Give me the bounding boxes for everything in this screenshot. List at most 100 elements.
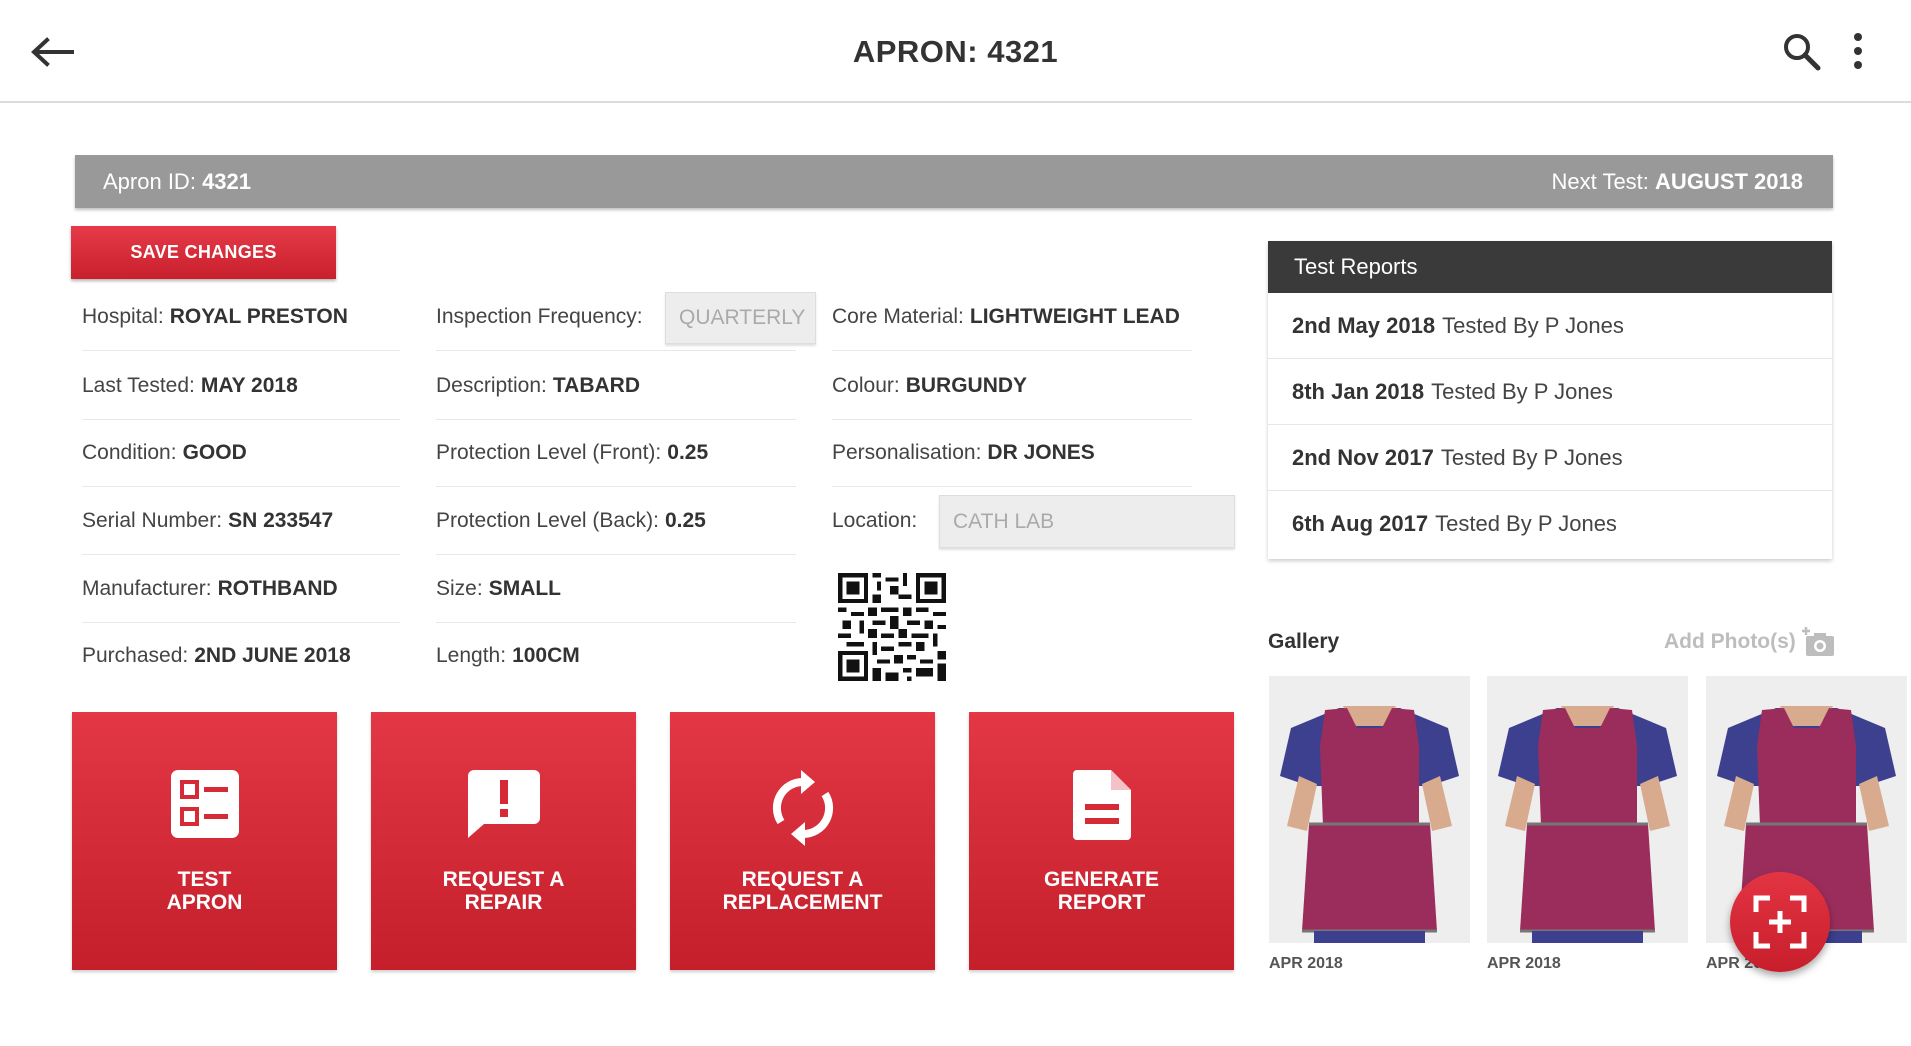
- report-date: 8th Jan 2018: [1292, 378, 1425, 404]
- field-label: Personalisation:: [832, 440, 982, 464]
- field-colour: Colour: BURGUNDY: [832, 352, 1192, 420]
- field-value: BURGUNDY: [905, 373, 1028, 397]
- field-hospital: Hospital: ROYAL PRESTON: [82, 283, 400, 351]
- field-protection-back: Protection Level (Back): 0.25: [436, 487, 796, 555]
- report-date: 2nd May 2018: [1292, 312, 1436, 338]
- field-value: 0.25: [664, 508, 706, 532]
- request-repair-label: REQUEST A REPAIR: [442, 868, 565, 914]
- field-manufacturer: Manufacturer: ROTHBAND: [82, 555, 400, 623]
- field-value: ROTHBAND: [217, 576, 338, 600]
- location-input[interactable]: CATH LAB: [939, 495, 1235, 548]
- gallery-title: Gallery: [1268, 630, 1340, 653]
- field-value: GOOD: [182, 440, 247, 464]
- refresh-icon: [670, 768, 935, 848]
- app-bar: APRON: 4321: [0, 0, 1911, 103]
- field-label: Last Tested:: [82, 373, 195, 397]
- generate-report-tile[interactable]: GENERATE REPORT: [969, 712, 1234, 970]
- gallery-photo[interactable]: [1487, 676, 1688, 943]
- test-reports-title: Test Reports: [1268, 241, 1832, 293]
- request-repair-tile[interactable]: REQUEST A REPAIR: [371, 712, 636, 970]
- field-label: Purchased:: [82, 644, 189, 667]
- field-label: Core Material:: [832, 304, 964, 328]
- add-photo-button[interactable]: Add Photo(s): [1664, 626, 1836, 658]
- field-label: Length:: [436, 644, 507, 667]
- save-changes-button[interactable]: SAVE CHANGES: [71, 226, 336, 279]
- scan-add-icon: [1753, 895, 1807, 949]
- field-value: TABARD: [552, 373, 640, 397]
- field-purchased: Purchased: 2ND JUNE 2018: [82, 622, 400, 690]
- report-date: 2nd Nov 2017: [1292, 444, 1434, 470]
- field-value: 0.25: [667, 440, 709, 464]
- apron-photo-icon: [1487, 676, 1688, 943]
- field-protection-front: Protection Level (Front): 0.25: [436, 419, 796, 487]
- report-date: 6th Aug 2017: [1292, 511, 1429, 536]
- field-label: Description:: [436, 373, 547, 397]
- next-test: Next Test: AUGUST 2018: [1552, 169, 1804, 195]
- request-replacement-label: REQUEST A REPLACEMENT: [722, 868, 883, 914]
- field-value: ROYAL PRESTON: [169, 304, 348, 328]
- document-icon: [969, 768, 1234, 848]
- checklist-icon: [72, 768, 337, 848]
- field-personalisation: Personalisation: DR JONES: [832, 419, 1192, 487]
- report-item[interactable]: 6th Aug 2017 Tested By P Jones: [1268, 491, 1832, 557]
- field-label: Protection Level (Front):: [436, 440, 662, 464]
- photo-date: APR 2018: [1487, 955, 1561, 972]
- test-reports-panel: Test Reports 2nd May 2018 Tested By P Jon…: [1268, 241, 1832, 559]
- field-core-material: Core Material: LIGHTWEIGHT LEAD: [832, 283, 1192, 351]
- field-value: 2ND JUNE 2018: [194, 644, 351, 667]
- field-value: 100CM: [512, 644, 580, 667]
- report-item[interactable]: 8th Jan 2018 Tested By P Jones: [1268, 359, 1832, 425]
- field-last-tested: Last Tested: MAY 2018: [82, 352, 400, 420]
- generate-report-label: GENERATE REPORT: [1043, 868, 1160, 914]
- apron-id-label: Apron ID:: [103, 169, 196, 194]
- report-tester: Tested By P Jones: [1442, 312, 1624, 338]
- field-length: Length: 100CM: [436, 622, 796, 690]
- field-label: Location:: [832, 509, 918, 532]
- field-condition: Condition: GOOD: [82, 419, 400, 487]
- apron-info-bar: Apron ID: 4321 Next Test: AUGUST 2018: [75, 155, 1833, 208]
- photo-date: APR 2018: [1269, 955, 1343, 972]
- more-vert-icon: [1854, 33, 1862, 69]
- field-label: Size:: [436, 576, 483, 600]
- field-label: Colour:: [832, 373, 900, 397]
- apron-id-value: 4321: [202, 169, 252, 194]
- report-tester: Tested By P Jones: [1431, 378, 1613, 404]
- field-value: SMALL: [488, 576, 562, 600]
- inspection-frequency-select[interactable]: QUARTERLY: [665, 292, 816, 344]
- search-button[interactable]: [1780, 30, 1824, 74]
- field-size: Size: SMALL: [436, 555, 796, 623]
- more-options-button[interactable]: [1840, 30, 1876, 74]
- report-item[interactable]: 2nd Nov 2017 Tested By P Jones: [1268, 425, 1832, 491]
- apron-id: Apron ID: 4321: [103, 169, 251, 195]
- field-value: DR JONES: [987, 440, 1095, 464]
- report-item[interactable]: 2nd May 2018 Tested By P Jones: [1268, 293, 1832, 359]
- scan-fab-button[interactable]: [1730, 872, 1830, 972]
- test-apron-label: TEST APRON: [166, 868, 243, 914]
- apron-photo-icon: [1269, 676, 1470, 943]
- field-serial-number: Serial Number: SN 233547: [82, 487, 400, 555]
- search-icon: [1784, 34, 1821, 71]
- gallery-photo[interactable]: [1269, 676, 1470, 943]
- field-value: MAY 2018: [200, 373, 298, 397]
- field-label: Serial Number:: [82, 508, 223, 532]
- request-replacement-tile[interactable]: REQUEST A REPLACEMENT: [670, 712, 935, 970]
- field-value: LIGHTWEIGHT LEAD: [969, 304, 1180, 328]
- page-title: APRON: 4321: [852, 34, 1059, 69]
- qr-code: [836, 573, 948, 681]
- test-apron-tile[interactable]: TEST APRON: [72, 712, 337, 970]
- field-label: Protection Level (Back):: [436, 508, 659, 532]
- field-label: Manufacturer:: [82, 576, 212, 600]
- add-camera-icon: [1801, 627, 1834, 656]
- report-tester: Tested By P Jones: [1440, 444, 1623, 470]
- field-description: Description: TABARD: [436, 352, 796, 420]
- field-label: Inspection Frequency:: [436, 304, 643, 328]
- field-label: Hospital:: [82, 304, 164, 328]
- qr-code-icon: [838, 573, 946, 681]
- add-photo-label: Add Photo(s): [1664, 630, 1796, 653]
- next-test-label: Next Test:: [1551, 169, 1649, 194]
- next-test-value: AUGUST 2018: [1655, 169, 1803, 194]
- report-tester: Tested By P Jones: [1435, 511, 1617, 536]
- field-label: Condition:: [82, 440, 177, 464]
- field-value: SN 233547: [228, 508, 334, 532]
- alert-message-icon: [371, 768, 636, 848]
